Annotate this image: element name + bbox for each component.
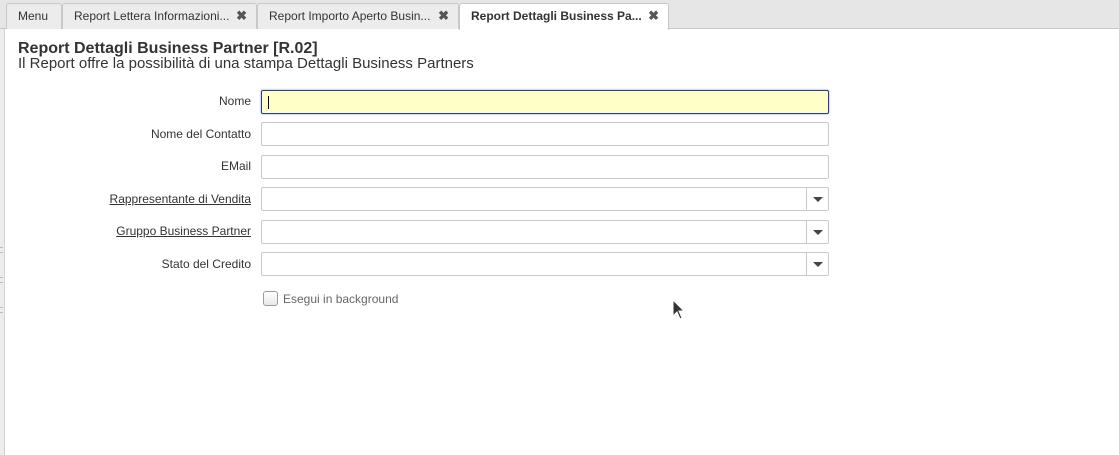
- stato-credito-label: Stato del Credito: [161, 257, 251, 271]
- nome-input[interactable]: [261, 90, 829, 114]
- tab-menu[interactable]: Menu: [6, 3, 62, 29]
- chevron-down-icon: [813, 262, 823, 267]
- nome-label: Nome: [218, 94, 251, 108]
- close-icon[interactable]: ✖: [438, 4, 449, 28]
- background-checkbox-label[interactable]: Esegui in background: [283, 292, 398, 306]
- mouse-cursor-icon: [672, 299, 686, 320]
- page-description: Il Report offre la possibilità di una st…: [18, 55, 474, 72]
- tab-label: Report Lettera Informazioni...: [74, 9, 230, 23]
- close-icon[interactable]: ✖: [236, 4, 247, 28]
- tab-report-dettagli-business-partner[interactable]: Report Dettagli Business Pa... ✖: [459, 3, 669, 30]
- rappresentante-vendita-label[interactable]: Rappresentante di Vendita: [110, 192, 251, 206]
- close-icon[interactable]: ✖: [648, 4, 659, 28]
- nome-contatto-input[interactable]: [261, 122, 829, 146]
- nome-contatto-label: Nome del Contatto: [150, 127, 251, 141]
- dropdown-button[interactable]: [806, 221, 828, 243]
- splitter-grip-icon: [0, 277, 3, 283]
- background-checkbox[interactable]: [263, 291, 278, 306]
- email-input[interactable]: [261, 155, 829, 179]
- tab-label: Report Importo Aperto Busin...: [269, 9, 431, 23]
- tab-report-importo-aperto[interactable]: Report Importo Aperto Busin... ✖: [257, 3, 459, 29]
- dropdown-button[interactable]: [806, 253, 828, 275]
- tab-report-lettera-informazioni[interactable]: Report Lettera Informazioni... ✖: [62, 3, 257, 29]
- tab-bar: Menu Report Lettera Informazioni... ✖ Re…: [0, 0, 1119, 30]
- splitter-grip-icon: [0, 247, 3, 253]
- dropdown-button[interactable]: [806, 188, 828, 210]
- rappresentante-vendita-select[interactable]: [261, 187, 829, 211]
- gruppo-business-partner-label[interactable]: Gruppo Business Partner: [116, 224, 251, 238]
- collapse-splitter[interactable]: [0, 29, 5, 455]
- tab-label: Menu: [18, 9, 49, 23]
- splitter-grip-icon: [0, 307, 3, 313]
- text-caret: [268, 96, 269, 109]
- tab-label: Report Dettagli Business Pa...: [471, 9, 642, 23]
- stato-credito-select[interactable]: [261, 252, 829, 276]
- email-label: EMail: [220, 159, 251, 173]
- chevron-down-icon: [813, 230, 823, 235]
- gruppo-business-partner-select[interactable]: [261, 220, 829, 244]
- chevron-down-icon: [813, 197, 823, 202]
